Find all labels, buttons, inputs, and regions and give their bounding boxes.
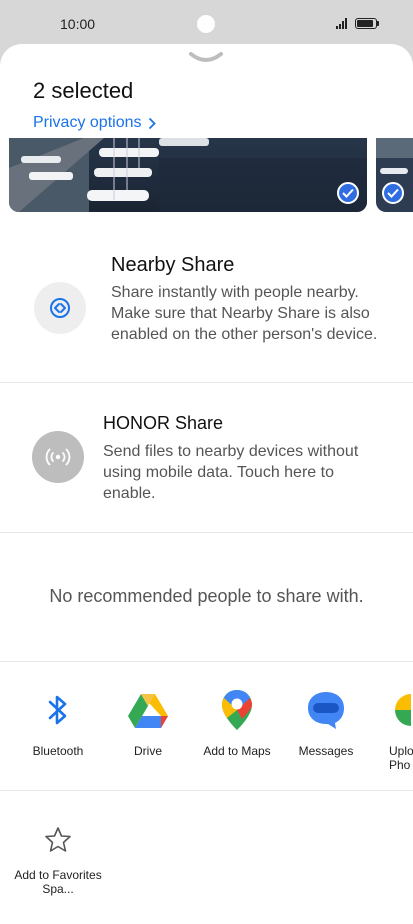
add-to-favorites-button[interactable]: Add to Favorites Spa... xyxy=(13,824,103,896)
photos-icon xyxy=(370,688,413,732)
privacy-options-link[interactable]: Privacy options xyxy=(33,114,156,132)
collapse-handle-icon[interactable] xyxy=(188,50,224,64)
app-label: Bluetooth xyxy=(32,744,84,758)
chevron-right-icon xyxy=(148,117,156,129)
battery-icon xyxy=(355,18,377,29)
nearby-share-icon xyxy=(34,282,86,334)
signal-icon xyxy=(336,18,347,29)
star-icon xyxy=(43,824,73,854)
camera-cutout xyxy=(197,15,215,33)
honor-share-description: Send files to nearby devices without usi… xyxy=(103,443,359,502)
divider xyxy=(0,532,413,533)
app-label: Add to Favorites Spa... xyxy=(14,868,102,896)
share-sheet: 2 selected Privacy options Nearby Share … xyxy=(0,44,413,924)
selected-check-icon xyxy=(337,182,359,204)
selected-check-icon xyxy=(382,182,404,204)
selected-photo[interactable] xyxy=(376,138,413,212)
marina-photo xyxy=(9,138,367,212)
app-upload-photos[interactable]: Uplo Pho xyxy=(370,688,413,772)
nearby-share-title: Nearby Share xyxy=(111,254,235,276)
messages-icon xyxy=(304,688,348,732)
app-bluetooth[interactable]: Bluetooth xyxy=(13,688,103,758)
app-messages[interactable]: Messages xyxy=(281,688,371,758)
app-label: Drive xyxy=(133,744,162,758)
app-label: Add to Maps xyxy=(203,744,271,758)
maps-icon xyxy=(215,688,259,732)
app-label: Uplo Pho xyxy=(389,744,413,772)
drive-icon xyxy=(126,688,170,732)
divider xyxy=(0,790,413,791)
no-recommendations-message: No recommended people to share with. xyxy=(49,586,364,606)
status-bar: 10:00 xyxy=(0,0,413,50)
nearby-share-description: Share instantly with people nearby. Make… xyxy=(111,284,378,343)
divider xyxy=(0,661,413,662)
app-add-to-maps[interactable]: Add to Maps xyxy=(192,688,282,758)
honor-share-icon xyxy=(32,431,84,483)
app-drive[interactable]: Drive xyxy=(103,688,193,758)
bluetooth-icon xyxy=(36,688,80,732)
honor-share-title: HONOR Share xyxy=(103,413,224,433)
page-title: 2 selected xyxy=(33,78,134,103)
clock: 10:00 xyxy=(60,16,96,32)
divider xyxy=(0,382,413,383)
app-label: Messages xyxy=(298,744,354,758)
privacy-options-label: Privacy options xyxy=(33,114,142,131)
selected-photo[interactable] xyxy=(9,138,367,212)
